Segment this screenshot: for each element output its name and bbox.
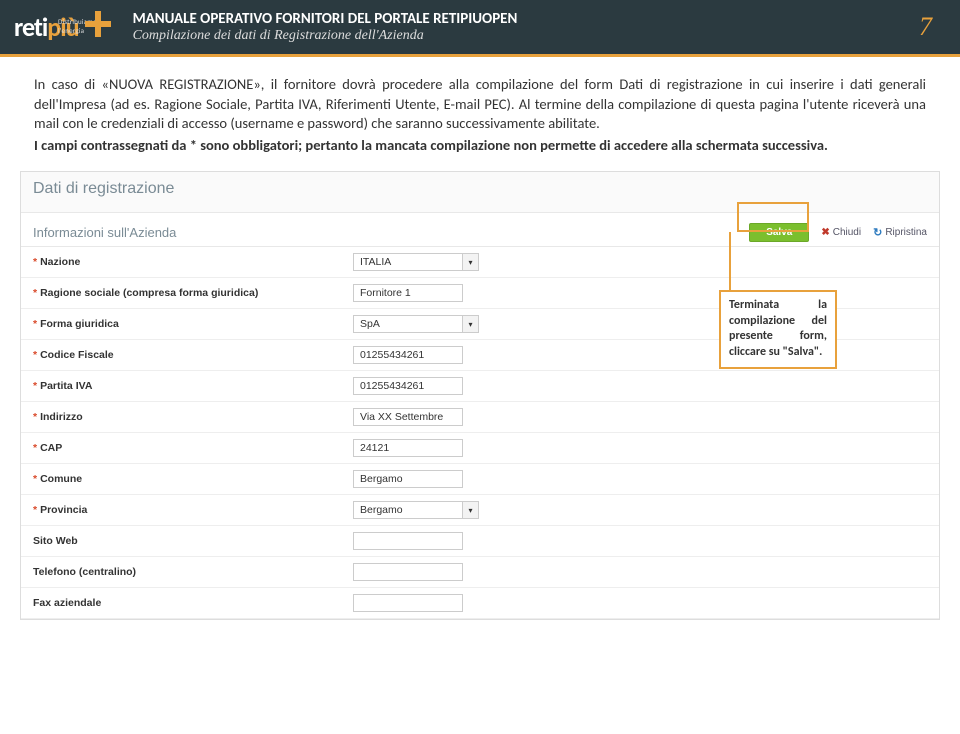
required-star-icon: * <box>33 349 37 361</box>
plus-icon <box>85 11 111 37</box>
field-label-text: Ragione sociale (compresa forma giuridic… <box>40 287 258 299</box>
field-label: *CAP <box>33 442 353 454</box>
field-label: *Provincia <box>33 504 353 516</box>
field-label: *Indirizzo <box>33 411 353 423</box>
field-label-text: Comune <box>40 473 82 485</box>
close-label: Chiudi <box>833 227 861 238</box>
required-star-icon: * <box>33 287 37 299</box>
form-row: *ComuneBergamo <box>21 464 939 495</box>
required-star-icon: * <box>33 504 37 516</box>
select-input[interactable]: SpA <box>353 315 463 333</box>
text-input[interactable]: 01255434261 <box>353 377 463 395</box>
form-row: *Ragione sociale (compresa forma giuridi… <box>21 278 939 309</box>
chevron-down-icon[interactable]: ▾ <box>463 315 479 333</box>
close-button[interactable]: ✖ Chiudi <box>821 227 861 238</box>
restore-label: Ripristina <box>885 227 927 238</box>
field-label: *Codice Fiscale <box>33 349 353 361</box>
field-label: *Nazione <box>33 256 353 268</box>
field-label: Telefono (centralino) <box>33 566 353 578</box>
select-input[interactable]: Bergamo <box>353 501 463 519</box>
save-button[interactable]: Salva <box>749 223 809 242</box>
required-star-icon: * <box>33 318 37 330</box>
field-label: *Forma giuridica <box>33 318 353 330</box>
text-input[interactable]: Bergamo <box>353 470 463 488</box>
text-input[interactable]: 24121 <box>353 439 463 457</box>
required-star-icon: * <box>33 473 37 485</box>
field-label-text: Provincia <box>40 504 87 516</box>
text-input[interactable] <box>353 532 463 550</box>
form-row: *IndirizzoVia XX Settembre <box>21 402 939 433</box>
field-label: Fax aziendale <box>33 597 353 609</box>
form-row: *CAP24121 <box>21 433 939 464</box>
text-input[interactable]: Fornitore 1 <box>353 284 463 302</box>
form-screenshot: Dati di registrazione Informazioni sull'… <box>20 171 940 620</box>
field-label-text: Indirizzo <box>40 411 83 423</box>
field-label-text: Forma giuridica <box>40 318 119 330</box>
form-row: *NazioneITALIA▾ <box>21 247 939 278</box>
refresh-icon: ↻ <box>873 226 882 239</box>
select-input[interactable]: ITALIA <box>353 253 463 271</box>
header-bar: Distribuiamo l'energia reti più MANUALE … <box>0 0 960 54</box>
form-heading: Dati di registrazione <box>21 172 939 213</box>
field-label: Sito Web <box>33 535 353 547</box>
field-label: *Comune <box>33 473 353 485</box>
close-icon: ✖ <box>821 227 829 238</box>
paragraph-1: In caso di «NUOVA REGISTRAZIONE», il for… <box>34 75 926 134</box>
form-row: Sito Web <box>21 526 939 557</box>
doc-title: MANUALE OPERATIVO FORNITORI DEL PORTALE … <box>133 10 913 28</box>
field-label: *Partita IVA <box>33 380 353 392</box>
brand-logo: Distribuiamo l'energia reti più <box>14 11 111 43</box>
field-label-text: Nazione <box>40 256 80 268</box>
body-text: In caso di «NUOVA REGISTRAZIONE», il for… <box>0 57 960 163</box>
field-label: *Ragione sociale (compresa forma giuridi… <box>33 287 353 299</box>
required-star-icon: * <box>33 442 37 454</box>
required-star-icon: * <box>33 380 37 392</box>
chevron-down-icon[interactable]: ▾ <box>463 253 479 271</box>
paragraph-2: I campi contrassegnati da * sono obbliga… <box>34 136 926 156</box>
text-input[interactable]: Via XX Settembre <box>353 408 463 426</box>
form-row: *Partita IVA01255434261 <box>21 371 939 402</box>
form-row: Fax aziendale <box>21 588 939 619</box>
field-label-text: Telefono (centralino) <box>33 566 136 578</box>
page-number: 7 <box>913 12 938 42</box>
field-label-text: CAP <box>40 442 62 454</box>
required-star-icon: * <box>33 256 37 268</box>
field-label-text: Codice Fiscale <box>40 349 114 361</box>
text-input[interactable]: 01255434261 <box>353 346 463 364</box>
form-row: *Codice Fiscale01255434261 <box>21 340 939 371</box>
chevron-down-icon[interactable]: ▾ <box>463 501 479 519</box>
form-row: *ProvinciaBergamo▾ <box>21 495 939 526</box>
field-label-text: Sito Web <box>33 535 78 547</box>
text-input[interactable] <box>353 563 463 581</box>
form-section-title: Informazioni sull'Azienda <box>33 225 176 240</box>
field-label-text: Partita IVA <box>40 380 92 392</box>
restore-button[interactable]: ↻ Ripristina <box>873 226 927 239</box>
brand-word-a: reti <box>14 11 47 43</box>
field-label-text: Fax aziendale <box>33 597 101 609</box>
required-star-icon: * <box>33 411 37 423</box>
doc-subtitle: Compilazione dei dati di Registrazione d… <box>133 28 913 44</box>
form-row: *Forma giuridicaSpA▾ <box>21 309 939 340</box>
form-row: Telefono (centralino) <box>21 557 939 588</box>
text-input[interactable] <box>353 594 463 612</box>
